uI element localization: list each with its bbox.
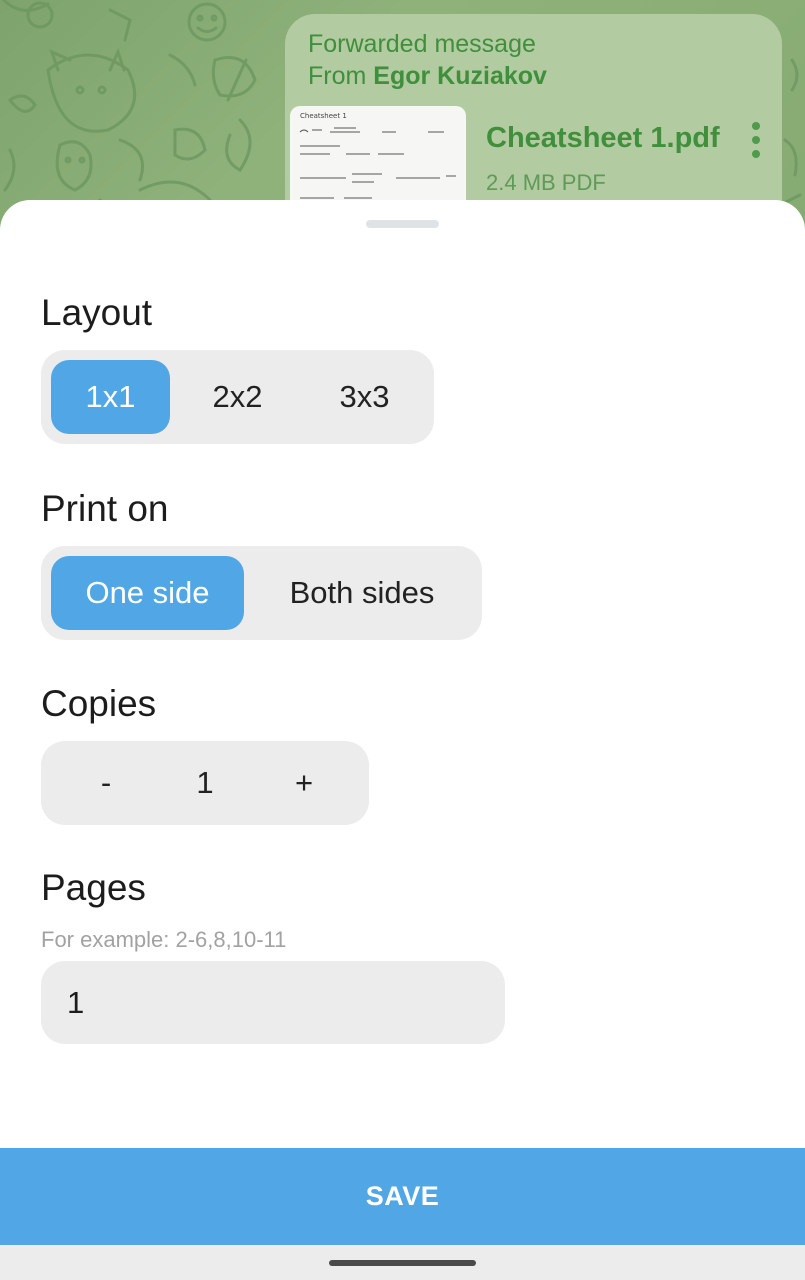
drag-handle[interactable] bbox=[366, 220, 439, 228]
more-vertical-icon[interactable] bbox=[748, 120, 764, 160]
print-on-segmented-control: One side Both sides bbox=[41, 546, 482, 640]
file-meta: 2.4 MB PDF bbox=[486, 170, 606, 195]
print-option-both-sides[interactable]: Both sides bbox=[252, 556, 472, 630]
forwarded-label: Forwarded message bbox=[308, 30, 536, 58]
print-settings-sheet: Layout 1x1 2x2 3x3 Print on One side Bot… bbox=[0, 200, 805, 1280]
layout-title: Layout bbox=[41, 292, 153, 333]
print-on-title: Print on bbox=[41, 488, 169, 529]
thumbnail-title: Cheatsheet 1 bbox=[300, 112, 347, 120]
layout-option-2x2[interactable]: 2x2 bbox=[178, 360, 297, 434]
pages-input[interactable]: 1 bbox=[41, 961, 505, 1044]
copies-increment-button[interactable]: + bbox=[249, 746, 359, 820]
layout-segmented-control: 1x1 2x2 3x3 bbox=[41, 350, 434, 444]
print-option-one-side[interactable]: One side bbox=[51, 556, 244, 630]
copies-value: 1 bbox=[196, 765, 214, 800]
copies-stepper: - 1 + bbox=[41, 741, 369, 825]
copies-title: Copies bbox=[41, 683, 157, 724]
from-prefix: From bbox=[308, 62, 367, 90]
forwarded-from: From Egor Kuziakov bbox=[308, 62, 547, 91]
save-button[interactable]: SAVE bbox=[0, 1148, 805, 1245]
pages-title: Pages bbox=[41, 867, 146, 908]
layout-option-3x3[interactable]: 3x3 bbox=[305, 360, 424, 434]
sender-name[interactable]: Egor Kuziakov bbox=[373, 62, 547, 90]
system-navigation-bar bbox=[0, 1245, 805, 1280]
layout-option-1x1[interactable]: 1x1 bbox=[51, 360, 170, 434]
home-gesture-handle[interactable] bbox=[329, 1260, 476, 1266]
file-name[interactable]: Cheatsheet 1.pdf bbox=[486, 122, 720, 155]
copies-decrement-button[interactable]: - bbox=[51, 746, 161, 820]
pages-hint: For example: 2-6,8,10-11 bbox=[41, 927, 287, 952]
